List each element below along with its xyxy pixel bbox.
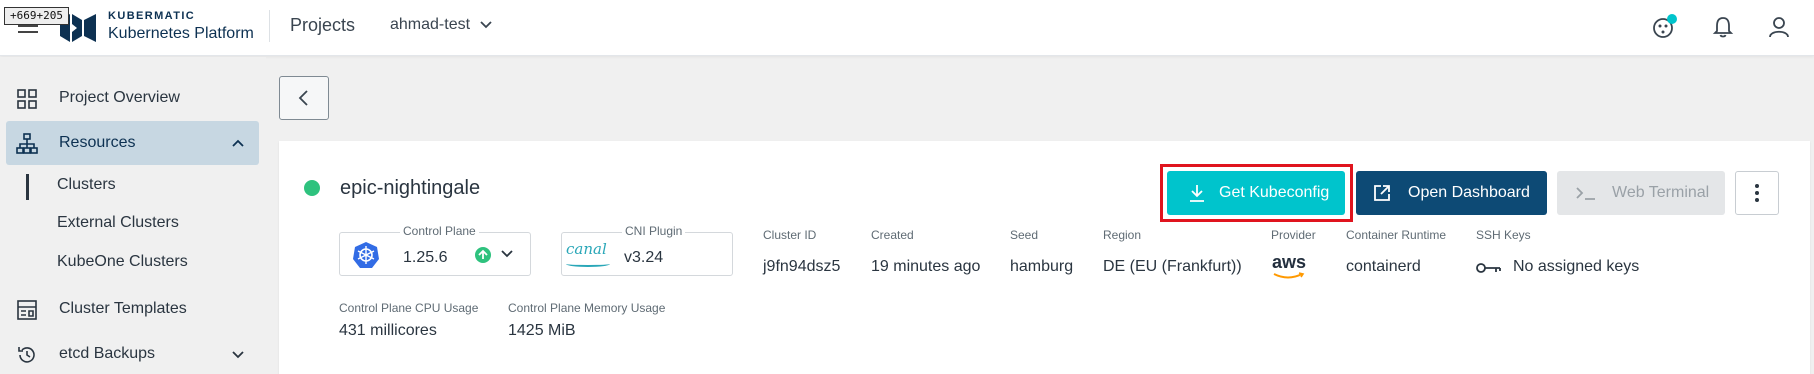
sidebar-item-cluster-templates[interactable]: Cluster Templates <box>6 287 259 331</box>
chevron-down-icon[interactable] <box>500 248 514 260</box>
seed-value: hamburg <box>1010 258 1074 275</box>
grid-icon <box>17 89 37 109</box>
container-runtime-value: containerd <box>1346 258 1421 275</box>
project-selector[interactable]: ahmad-test <box>390 16 492 34</box>
cluster-status-indicator <box>304 180 320 196</box>
account-icon[interactable] <box>1766 14 1792 40</box>
region-label: Region <box>1103 228 1142 242</box>
brand-subtitle: Kubernetes Platform <box>108 25 254 42</box>
sidebar-item-etcd-backups[interactable]: etcd Backups <box>6 332 259 374</box>
created-label: Created <box>871 228 914 242</box>
project-name: ahmad-test <box>390 16 471 33</box>
created-value: 19 minutes ago <box>871 258 981 275</box>
coordinate-readout: +669+205 <box>4 7 69 25</box>
sidebar-subitem-clusters[interactable]: Clusters <box>57 176 116 194</box>
sidebar-item-resources[interactable]: Resources <box>6 121 259 165</box>
terminal-icon <box>1576 187 1595 200</box>
sidebar-subitem-external-clusters[interactable]: External Clusters <box>57 214 179 232</box>
get-kubeconfig-button[interactable]: Get Kubeconfig <box>1167 171 1345 215</box>
cni-plugin-version: v3.24 <box>624 249 664 266</box>
aws-logo: aws <box>1272 252 1307 272</box>
top-bar: KUBERMATIC Kubernetes Platform Projects … <box>0 0 1814 56</box>
more-vert-icon <box>1755 184 1759 202</box>
notification-dot <box>1667 14 1677 24</box>
notifications-icon[interactable] <box>1710 14 1736 40</box>
provider-label: Provider <box>1271 228 1316 242</box>
sidebar-item-project-overview[interactable]: Project Overview <box>6 76 259 120</box>
cluster-id-label: Cluster ID <box>763 228 817 242</box>
template-icon <box>17 300 37 320</box>
canal-logo-wave <box>566 261 610 267</box>
ssh-keys-value: No assigned keys <box>1513 258 1640 275</box>
hierarchy-icon <box>16 133 38 154</box>
sidebar: Project Overview Resources Clusters Exte… <box>0 57 266 374</box>
open-external-icon <box>1374 185 1390 201</box>
chevron-up-icon <box>232 139 244 147</box>
sidebar-item-label: Cluster Templates <box>59 300 187 317</box>
container-runtime-label: Container Runtime <box>1346 228 1447 242</box>
sidebar-item-label: Project Overview <box>59 89 180 106</box>
get-kubeconfig-label: Get Kubeconfig <box>1219 184 1330 201</box>
cluster-name: epic-nightingale <box>340 177 481 199</box>
brand[interactable]: KUBERMATIC Kubernetes Platform <box>108 10 254 43</box>
seed-label: Seed <box>1010 228 1039 242</box>
open-dashboard-button[interactable]: Open Dashboard <box>1356 171 1547 215</box>
chevron-down-icon <box>232 351 244 359</box>
sidebar-subitem-kubeone-clusters[interactable]: KubeOne Clusters <box>57 253 188 271</box>
chevron-down-icon <box>480 21 492 29</box>
sidebar-item-label: etcd Backups <box>59 345 156 362</box>
kubernetes-icon <box>353 242 379 268</box>
download-icon <box>1190 185 1204 202</box>
theme-icon[interactable] <box>1651 14 1677 40</box>
more-options-button[interactable] <box>1735 171 1779 215</box>
ssh-keys-label: SSH Keys <box>1476 228 1531 242</box>
active-indicator <box>26 174 29 200</box>
open-dashboard-label: Open Dashboard <box>1408 184 1530 201</box>
cni-plugin-label: CNI Plugin <box>622 224 686 238</box>
key-icon <box>1476 263 1501 273</box>
cluster-id-value: j9fn94dsz5 <box>763 258 841 275</box>
region-value: DE (EU (Frankfurt)) <box>1103 258 1242 275</box>
header-divider <box>269 10 270 42</box>
back-button[interactable] <box>279 76 329 120</box>
projects-link[interactable]: Projects <box>290 15 355 36</box>
aws-smile <box>1273 272 1305 279</box>
sidebar-item-label: Resources <box>59 134 136 151</box>
upgrade-available-icon[interactable] <box>474 246 492 264</box>
cpu-usage-label: Control Plane CPU Usage <box>339 301 479 315</box>
memory-usage-value: 1425 MiB <box>508 322 576 339</box>
cpu-usage-value: 431 millicores <box>339 322 437 339</box>
memory-usage-label: Control Plane Memory Usage <box>508 301 666 315</box>
brand-name: KUBERMATIC <box>108 10 196 22</box>
web-terminal-button[interactable]: Web Terminal <box>1557 171 1725 215</box>
web-terminal-label: Web Terminal <box>1612 184 1710 201</box>
chevron-left-icon <box>298 90 308 106</box>
control-plane-version: 1.25.6 <box>403 249 448 266</box>
control-plane-label: Control Plane <box>400 224 479 238</box>
history-icon <box>18 347 35 363</box>
